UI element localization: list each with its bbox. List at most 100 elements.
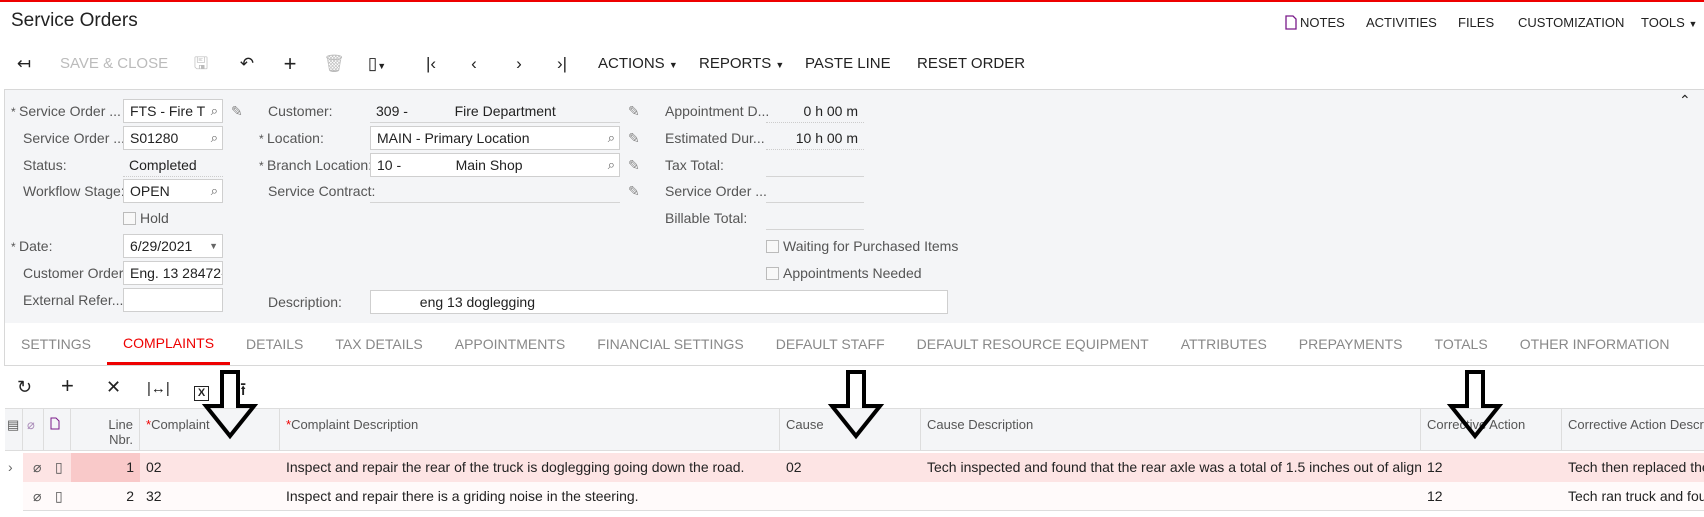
cell-line-nbr[interactable]: 2 [71, 482, 140, 511]
waiting-purchased-checkbox[interactable]: Waiting for Purchased Items [766, 234, 958, 258]
tab-default-staff[interactable]: DEFAULT STAFF [760, 323, 901, 365]
first-record-icon[interactable]: |‹ [420, 53, 442, 75]
search-icon: ⌕ [210, 183, 218, 198]
reports-menu[interactable]: REPORTS ▼ [699, 53, 784, 75]
column-header-corrective-action-description[interactable]: Corrective Action Descri [1562, 408, 1704, 451]
tools-label: TOOLS [1641, 15, 1685, 30]
caret-down-icon: ▼ [775, 60, 785, 70]
cell-complaint[interactable]: 32 [140, 482, 280, 511]
add-icon[interactable]: + [279, 53, 301, 75]
caret-down-icon: ▼ [209, 241, 218, 251]
column-header-complaint-description[interactable]: *Complaint Description [280, 408, 780, 451]
edit-pencil-icon[interactable]: ✎ [628, 103, 640, 120]
tab-totals[interactable]: TOTALS [1419, 323, 1504, 365]
row-expand-icon[interactable]: › [5, 453, 23, 482]
cell-cause[interactable] [780, 482, 921, 511]
add-row-icon[interactable]: + [61, 373, 74, 399]
customer-value[interactable]: 309 - Fire Department [370, 99, 620, 123]
column-header-cause-description[interactable]: Cause Description [921, 408, 1421, 451]
refresh-icon[interactable]: ↻ [17, 377, 32, 398]
service-order-type-input[interactable]: FTS - Fire T ⌕ [123, 99, 223, 123]
cell-cause[interactable]: 02 [780, 453, 921, 482]
reset-order-button[interactable]: RESET ORDER [917, 53, 1025, 75]
cell-corrective-action-description[interactable]: Tech ran truck and four [1562, 482, 1704, 511]
cell-corrective-action[interactable]: 12 [1421, 453, 1562, 482]
location-input[interactable]: MAIN - Primary Location ⌕ [370, 126, 620, 150]
cell-corrective-action-description[interactable]: Tech then replaced the [1562, 453, 1704, 482]
note-icon[interactable]: ▯ [49, 453, 71, 482]
back-icon[interactable]: ↤ [13, 53, 35, 75]
status-label: Status: [23, 157, 67, 173]
notes-icon[interactable] [1285, 15, 1297, 33]
attachment-header-icon: ⌀ [23, 408, 44, 451]
actions-label: ACTIONS [598, 55, 665, 72]
external-ref-input[interactable] [123, 288, 223, 312]
delete-row-icon[interactable]: ✕ [106, 377, 121, 398]
tools-menu[interactable]: TOOLS ▼ [1641, 15, 1697, 30]
branch-location-input[interactable]: 10 - Main Shop ⌕ [370, 153, 620, 177]
cell-complaint-description[interactable]: Inspect and repair there is a griding no… [280, 482, 780, 511]
save-close-button[interactable]: SAVE & CLOSE [60, 53, 168, 75]
tab-default-resource-equipment[interactable]: DEFAULT RESOURCE EQUIPMENT [901, 323, 1165, 365]
cell-corrective-action[interactable]: 12 [1421, 482, 1562, 511]
tax-total-value [766, 153, 864, 177]
edit-pencil-icon[interactable]: ✎ [628, 157, 640, 174]
files-link[interactable]: FILES [1458, 15, 1494, 30]
copy-paste-icon[interactable]: ▯▼ [366, 53, 388, 75]
appointments-needed-checkbox[interactable]: Appointments Needed [766, 261, 922, 285]
customization-link[interactable]: CUSTOMIZATION [1518, 15, 1624, 30]
edit-pencil-icon[interactable]: ✎ [628, 183, 640, 200]
description-label: Description: [268, 294, 342, 310]
next-record-icon[interactable]: › [508, 53, 530, 75]
workflow-stage-input[interactable]: OPEN ⌕ [123, 179, 223, 203]
edit-pencil-icon[interactable]: ✎ [628, 130, 640, 147]
service-order-nbr-input[interactable]: S01280 ⌕ [123, 126, 223, 150]
notes-link[interactable]: NOTES [1300, 15, 1345, 30]
edit-pencil-icon[interactable]: ✎ [231, 103, 243, 120]
collapse-icon[interactable]: ⌃ [1679, 92, 1691, 109]
caret-down-icon: ▼ [668, 60, 678, 70]
cell-cause-description[interactable] [921, 482, 1421, 511]
tab-prepayments[interactable]: PREPAYMENTS [1283, 323, 1419, 365]
cell-complaint[interactable]: 02 [140, 453, 280, 482]
actions-menu[interactable]: ACTIONS ▼ [598, 53, 678, 75]
service-order-type-label: * Service Order ... [11, 103, 121, 119]
undo-icon[interactable]: ↶ [236, 53, 258, 75]
tab-other-information[interactable]: OTHER INFORMATION [1504, 323, 1686, 365]
search-icon: ⌕ [210, 103, 218, 118]
cell-cause-description[interactable]: Tech inspected and found that the rear a… [921, 453, 1421, 482]
date-input[interactable]: 6/29/2021 ▼ [123, 234, 223, 258]
last-record-icon[interactable]: ›| [551, 53, 573, 75]
tab-appointments[interactable]: APPOINTMENTS [439, 323, 581, 365]
search-icon: ⌕ [607, 157, 615, 172]
activities-link[interactable]: ACTIVITIES [1366, 15, 1437, 30]
attachment-icon[interactable]: ⌀ [27, 482, 47, 511]
note-icon[interactable]: ▯ [49, 482, 71, 511]
customer-order-input[interactable]: Eng. 13 28472- [123, 261, 223, 285]
tab-tax-details[interactable]: TAX DETAILS [319, 323, 438, 365]
search-icon: ⌕ [210, 130, 218, 145]
appointment-duration-label: Appointment D... [665, 103, 770, 119]
reports-label: REPORTS [699, 55, 772, 72]
service-contract-value[interactable] [370, 179, 620, 203]
column-header-line-nbr[interactable]: Line Nbr. [71, 408, 140, 451]
tab-attributes[interactable]: ATTRIBUTES [1165, 323, 1283, 365]
tab-financial-settings[interactable]: FINANCIAL SETTINGS [581, 323, 760, 365]
previous-record-icon[interactable]: ‹ [463, 53, 485, 75]
delete-icon[interactable]: 🗑 [323, 53, 345, 75]
hold-checkbox[interactable]: Hold [123, 206, 169, 230]
tab-details[interactable]: DETAILS [230, 323, 319, 365]
paste-line-button[interactable]: PASTE LINE [805, 53, 891, 75]
cell-line-nbr[interactable]: 1 [71, 453, 140, 482]
attachment-icon[interactable]: ⌀ [27, 453, 47, 482]
tab-complaints[interactable]: COMPLAINTS [107, 323, 231, 365]
cell-complaint-description[interactable]: Inspect and repair the rear of the truck… [280, 453, 780, 482]
caret-down-icon: ▼ [1688, 19, 1698, 29]
external-ref-label: External Refer... [23, 292, 124, 308]
customer-order-label: Customer Order: [23, 265, 128, 281]
tab-settings[interactable]: SETTINGS [5, 323, 107, 365]
save-icon[interactable]: 🖫 [190, 53, 212, 75]
service-order-nbr-label: Service Order ... [23, 130, 125, 146]
fit-columns-icon[interactable]: |↔| [147, 380, 170, 397]
description-input[interactable]: eng 13 doglegging [370, 290, 948, 314]
